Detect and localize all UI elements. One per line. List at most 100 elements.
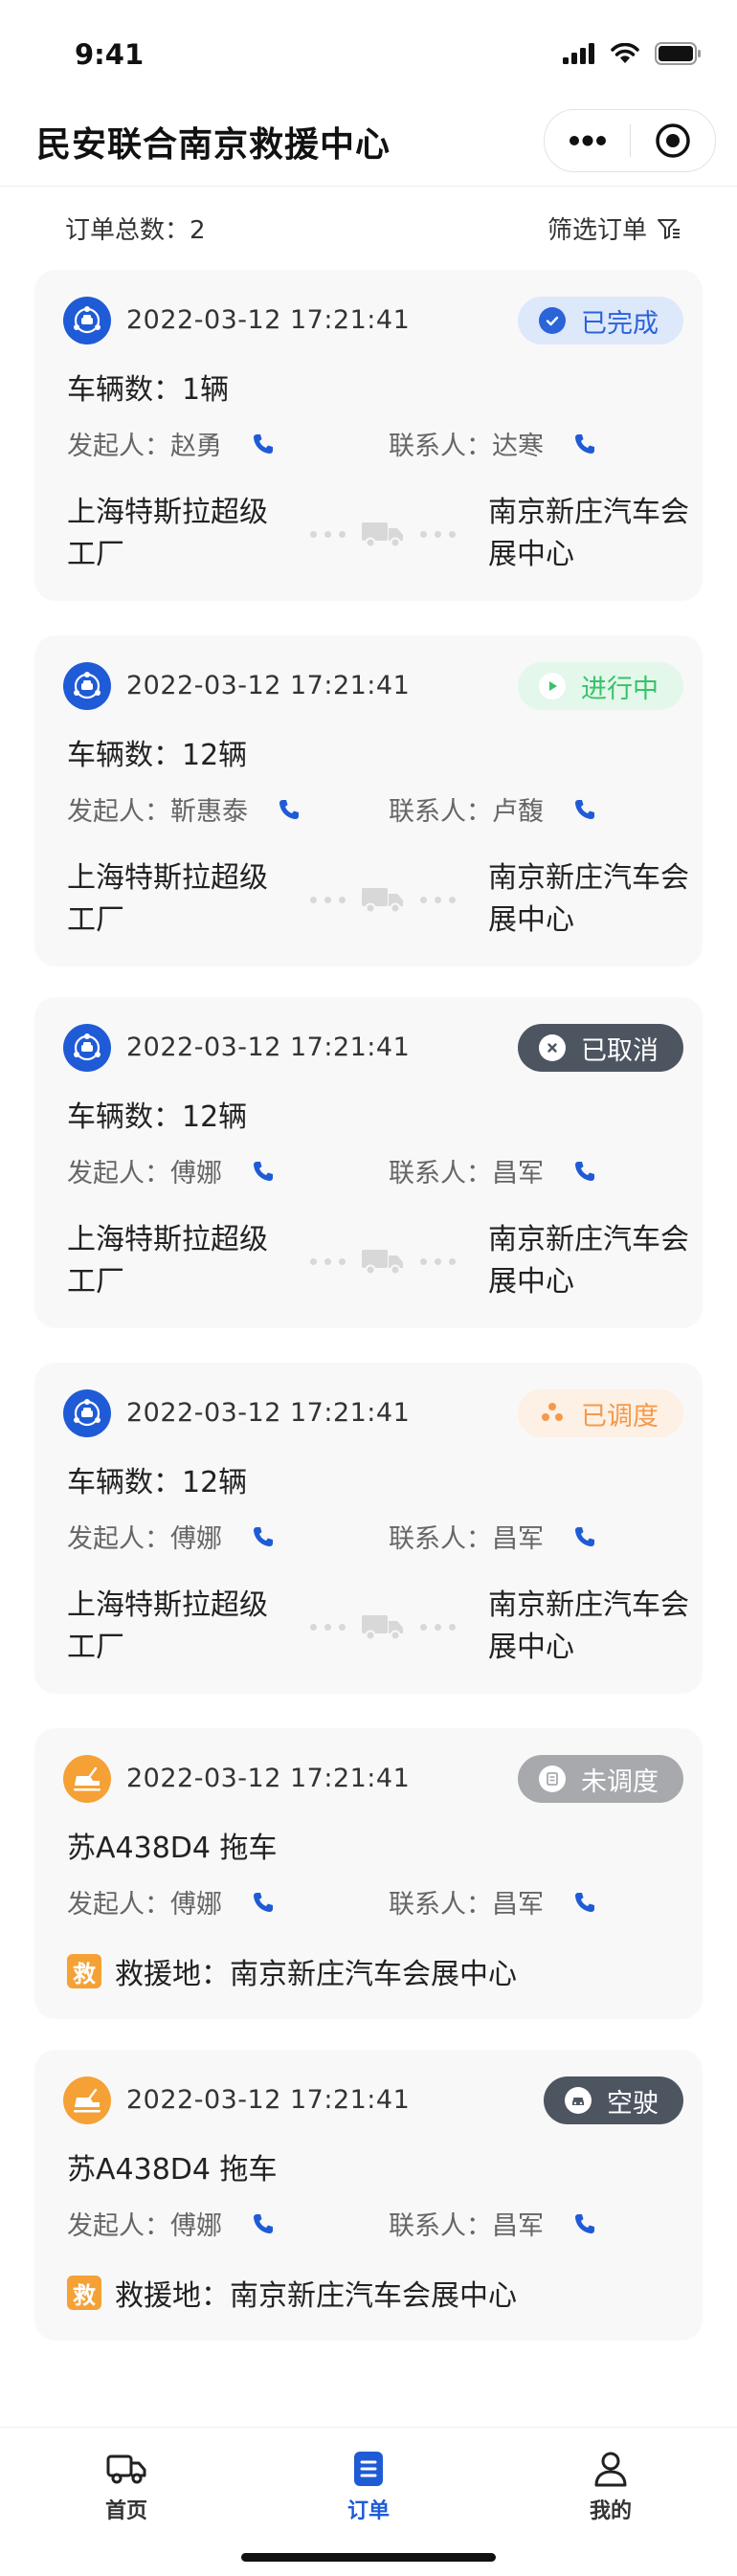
rescue-label: 救援地： — [115, 2279, 230, 2313]
signal-icon — [563, 43, 594, 64]
status-icons — [563, 42, 703, 65]
order-card[interactable]: 2022-03-12 17:21:41 进行中 车辆数：12辆 发起人：靳惠泰 … — [34, 635, 703, 966]
filter-orders-button[interactable]: 筛选订单 — [547, 211, 681, 246]
route-connector — [297, 515, 469, 553]
status-time: 9:41 — [75, 38, 145, 71]
phone-icon[interactable] — [570, 1522, 599, 1551]
truck-icon — [362, 1250, 403, 1276]
initiator: 发起人：傅娜 — [67, 2205, 278, 2242]
order-card[interactable]: 2022-03-12 17:21:41 未调度 苏A438D4 拖车 发起人：傅… — [34, 1728, 703, 2019]
contact-name: 昌军 — [492, 1524, 544, 1554]
tab-mine[interactable]: 我的 — [553, 2448, 668, 2524]
vehicle-count: 车辆数：12辆 — [67, 739, 248, 772]
initiator-name: 傅娜 — [170, 1524, 222, 1554]
initiator: 发起人：傅娜 — [67, 1518, 278, 1555]
tow-truck-icon — [74, 2088, 100, 2113]
initiator-label: 发起人： — [67, 797, 170, 827]
order-card[interactable]: 2022-03-12 17:21:41 已取消 车辆数：12辆 发起人：傅娜 联… — [34, 997, 703, 1328]
contact-name: 昌军 — [492, 1890, 544, 1920]
close-mini-program-button[interactable] — [631, 110, 715, 171]
order-list-icon — [354, 2452, 383, 2486]
tab-orders[interactable]: 订单 — [311, 2448, 426, 2524]
route: 上海特斯拉超级工厂 南京新庄汽车会展中心 — [67, 1585, 689, 1673]
phone-icon[interactable] — [249, 1157, 278, 1186]
initiator-label: 发起人： — [67, 1159, 170, 1188]
route-connector — [297, 880, 469, 919]
contact-name: 卢馥 — [492, 797, 544, 827]
order-card[interactable]: 2022-03-12 17:21:41 空驶 苏A438D4 拖车 发起人：傅娜… — [34, 2050, 703, 2341]
route: 上海特斯拉超级工厂 南京新庄汽车会展中心 — [67, 492, 689, 580]
initiator-name: 傅娜 — [170, 1890, 222, 1920]
order-card[interactable]: 2022-03-12 17:21:41 已调度 车辆数：12辆 发起人：傅娜 联… — [34, 1363, 703, 1694]
order-time: 2022-03-12 17:21:41 — [126, 1033, 411, 1062]
phone-icon[interactable] — [249, 2210, 278, 2238]
car-network-icon — [74, 1399, 100, 1427]
phone-icon[interactable] — [249, 1888, 278, 1917]
car-network-icon — [74, 672, 100, 700]
more-button[interactable] — [545, 110, 630, 171]
status-badge: 已调度 — [518, 1389, 683, 1437]
contact-name: 昌军 — [492, 1159, 544, 1188]
status-text: 已完成 — [581, 308, 659, 339]
order-time: 2022-03-12 17:21:41 — [126, 305, 411, 335]
contact: 联系人：昌军 — [389, 1518, 599, 1555]
status-text: 已取消 — [581, 1035, 659, 1066]
phone-icon[interactable] — [570, 795, 599, 824]
people-row: 发起人：傅娜 联系人：昌军 — [67, 1152, 674, 1190]
contact-label: 联系人： — [389, 1524, 492, 1554]
navigation-bar: 民安联合南京救援中心 — [0, 105, 737, 186]
rescue-place: 南京新庄汽车会展中心 — [230, 2279, 517, 2313]
initiator-name: 傅娜 — [170, 1159, 222, 1188]
truck-icon — [362, 522, 403, 548]
status-badge: 未调度 — [518, 1755, 683, 1803]
route-origin: 上海特斯拉超级工厂 — [67, 1223, 268, 1299]
order-time: 2022-03-12 17:21:41 — [126, 1764, 411, 1793]
order-time: 2022-03-12 17:21:41 — [126, 2085, 411, 2115]
people-row: 发起人：傅娜 联系人：昌军 — [67, 1883, 674, 1921]
initiator: 发起人：傅娜 — [67, 1152, 278, 1189]
status-bar: 9:41 — [0, 0, 737, 105]
battery-icon — [655, 42, 701, 65]
phone-icon[interactable] — [570, 1888, 599, 1917]
home-indicator — [241, 2553, 496, 2562]
order-summary-row: 订单总数：2 筛选订单 — [0, 197, 737, 255]
vehicle-plate: 苏A438D4 拖车 — [67, 1832, 278, 1865]
order-card-header: 2022-03-12 17:21:41 进行中 — [63, 662, 683, 712]
vehicle-count: 车辆数：1辆 — [67, 373, 230, 407]
people-row: 发起人：赵勇 联系人：达寒 — [67, 425, 674, 463]
route-connector — [297, 1242, 469, 1280]
phone-icon[interactable] — [570, 1157, 599, 1186]
contact-name: 昌军 — [492, 2211, 544, 2241]
route-origin: 上海特斯拉超级工厂 — [67, 861, 268, 937]
phone-icon[interactable] — [570, 2210, 599, 2238]
contact: 联系人：昌军 — [389, 1883, 599, 1921]
contact-label: 联系人： — [389, 1890, 492, 1920]
rescue-place: 南京新庄汽车会展中心 — [230, 1958, 517, 1991]
initiator: 发起人：靳惠泰 — [67, 790, 303, 828]
status-text: 空驶 — [607, 2088, 659, 2119]
initiator-label: 发起人： — [67, 1890, 170, 1920]
route: 上海特斯拉超级工厂 南京新庄汽车会展中心 — [67, 857, 689, 945]
phone-icon[interactable] — [275, 795, 303, 824]
people-row: 发起人：傅娜 联系人：昌军 — [67, 1518, 674, 1556]
header-divider — [0, 186, 737, 187]
order-type-icon — [63, 662, 111, 710]
initiator: 发起人：赵勇 — [67, 425, 278, 462]
tab-home[interactable]: 首页 — [69, 2448, 184, 2524]
phone-icon[interactable] — [249, 1522, 278, 1551]
order-type-icon — [63, 1389, 111, 1437]
status-badge: 已完成 — [518, 297, 683, 344]
status-badge: 已取消 — [518, 1024, 683, 1072]
rescue-location: 救 救援地：南京新庄汽车会展中心 — [67, 2272, 517, 2314]
phone-icon[interactable] — [570, 430, 599, 458]
phone-icon[interactable] — [249, 430, 278, 458]
order-card[interactable]: 2022-03-12 17:21:41 已完成 车辆数：1辆 发起人：赵勇 联系… — [34, 270, 703, 601]
user-icon — [594, 2452, 627, 2487]
initiator-name: 赵勇 — [170, 432, 222, 461]
tab-label: 我的 — [589, 2499, 632, 2523]
initiator-label: 发起人： — [67, 1524, 170, 1554]
status-badge: 进行中 — [518, 662, 683, 710]
route-destination: 南京新庄汽车会展中心 — [488, 1588, 689, 1664]
status-text: 未调度 — [581, 1766, 659, 1797]
tab-bar-divider — [0, 2427, 737, 2428]
